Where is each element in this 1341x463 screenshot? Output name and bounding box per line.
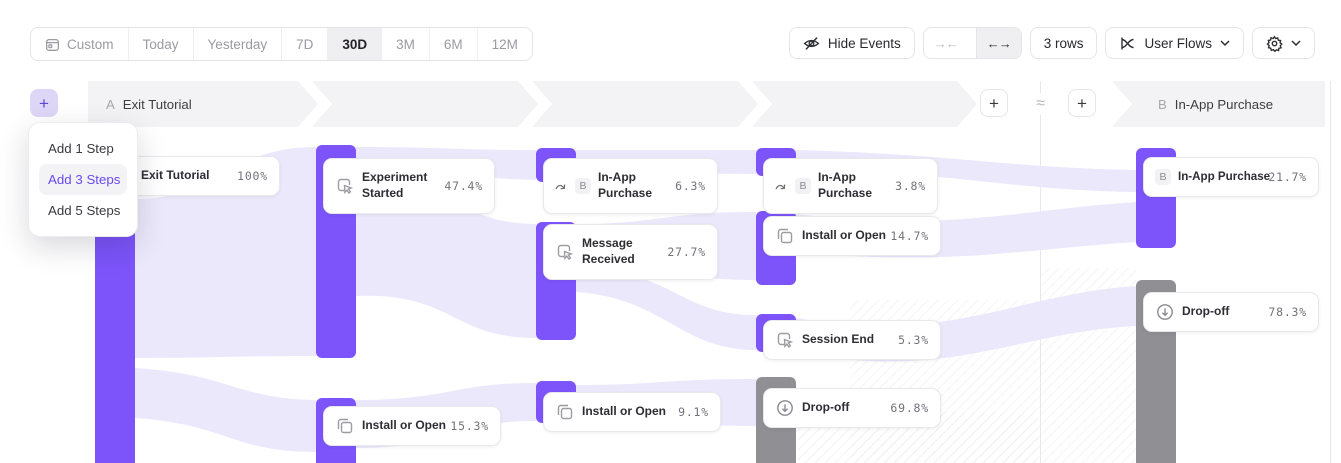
collapse-expand-toggle: →← ←→	[923, 27, 1022, 59]
date-range-label: 6M	[444, 37, 463, 52]
node-label: Message Received	[582, 236, 660, 267]
menu-item-add-5-steps[interactable]: Add 5 Steps	[39, 195, 127, 226]
date-range-6m[interactable]: 6M	[430, 28, 478, 60]
calendar-icon	[45, 37, 60, 52]
flow-node-in-app-purchase-b[interactable]: B In-App Purchase 21.7%	[1143, 157, 1319, 197]
node-label: Install or Open	[582, 404, 671, 420]
trend-arrow-icon	[775, 181, 788, 192]
flow-node-experiment-started[interactable]: Experiment Started 47.4%	[323, 158, 495, 214]
flow-node-in-app-purchase-2[interactable]: B In-App Purchase 3.8%	[763, 158, 938, 214]
date-range-12m[interactable]: 12M	[478, 28, 532, 60]
node-label: Drop-off	[802, 400, 883, 416]
pointer-event-icon	[775, 330, 795, 350]
dropoff-icon	[775, 398, 795, 418]
approx-separator: ≈	[1031, 93, 1050, 115]
chevron-down-icon	[1220, 40, 1230, 47]
app-windows-icon	[335, 416, 355, 436]
node-percent: 69.8%	[890, 401, 929, 415]
node-percent: 21.7%	[1268, 170, 1307, 184]
add-step-button-a[interactable]: +	[30, 89, 58, 117]
event-badge-b: B	[575, 178, 591, 194]
node-percent: 15.3%	[450, 419, 489, 433]
plus-icon: +	[989, 95, 999, 112]
step-band-a[interactable]	[88, 81, 977, 127]
dropoff-icon	[1155, 302, 1175, 322]
date-range-label: 3M	[396, 37, 415, 52]
node-label: In-App Purchase	[598, 170, 668, 201]
expand-columns-button[interactable]: ←→	[976, 28, 1021, 58]
node-label: In-App Purchase	[818, 170, 888, 201]
view-selector-label: User Flows	[1144, 36, 1212, 51]
node-label: In-App Purchase	[1178, 169, 1261, 184]
node-percent: 3.8%	[895, 179, 926, 193]
flow-node-install-or-open-1[interactable]: Install or Open 15.3%	[323, 406, 501, 446]
flow-node-message-received[interactable]: Message Received 27.7%	[543, 224, 718, 280]
add-step-button-middle[interactable]: +	[980, 89, 1008, 117]
eye-off-icon	[803, 35, 820, 52]
menu-item-add-1-step[interactable]: Add 1 Step	[39, 133, 127, 164]
settings-dropdown[interactable]	[1252, 27, 1315, 59]
flow-node-drop-off-2[interactable]: Drop-off 78.3%	[1143, 292, 1319, 332]
flow-node-install-or-open-3[interactable]: Install or Open 14.7%	[763, 216, 941, 256]
chevron-down-icon	[1291, 40, 1301, 47]
trend-arrow-icon	[555, 181, 568, 192]
node-percent: 78.3%	[1268, 305, 1307, 319]
add-step-menu: Add 1 Step Add 3 Steps Add 5 Steps	[28, 122, 138, 237]
node-percent: 27.7%	[667, 245, 706, 259]
node-percent: 14.7%	[890, 229, 929, 243]
date-range-7d[interactable]: 7D	[282, 28, 328, 60]
hide-events-label: Hide Events	[828, 36, 901, 51]
node-label: Session End	[802, 332, 891, 348]
plus-icon: +	[1077, 95, 1087, 112]
menu-item-add-3-steps[interactable]: Add 3 Steps	[39, 164, 127, 195]
node-label: Install or Open	[802, 228, 883, 244]
node-label: Exit Tutorial	[141, 168, 230, 184]
date-range-3m[interactable]: 3M	[382, 28, 430, 60]
event-badge-b: B	[1155, 169, 1171, 185]
pointer-event-icon	[555, 242, 575, 262]
node-label: Experiment Started	[362, 170, 437, 201]
add-step-button-b[interactable]: +	[1068, 89, 1096, 117]
approx-symbol: ≈	[1036, 95, 1045, 113]
rows-button[interactable]: 3 rows	[1030, 27, 1098, 59]
node-percent: 100%	[237, 169, 268, 183]
date-range-picker: Custom Today Yesterday 7D 30D 3M 6M 12M	[30, 27, 533, 61]
rows-label: 3 rows	[1044, 36, 1084, 51]
date-range-label: 7D	[296, 37, 313, 52]
event-badge-b: B	[795, 178, 811, 194]
app-windows-icon	[775, 226, 795, 246]
user-flows-icon	[1119, 35, 1136, 52]
flow-node-session-end[interactable]: Session End 5.3%	[763, 320, 941, 360]
plus-icon: +	[39, 95, 49, 112]
date-range-label: Custom	[67, 37, 114, 52]
node-label: Install or Open	[362, 418, 443, 434]
date-range-custom[interactable]: Custom	[31, 28, 129, 60]
app-windows-icon	[555, 402, 575, 422]
collapse-columns-button[interactable]: →←	[924, 28, 968, 58]
hide-events-button[interactable]: Hide Events	[789, 27, 915, 59]
date-range-today[interactable]: Today	[129, 28, 194, 60]
date-range-label: Today	[143, 37, 179, 52]
node-percent: 6.3%	[675, 179, 706, 193]
step-band-b[interactable]	[1112, 81, 1325, 127]
date-range-label: 12M	[492, 37, 518, 52]
date-range-30d[interactable]: 30D	[328, 28, 382, 60]
pointer-event-icon	[335, 176, 355, 196]
toolbar-right: Hide Events →← ←→ 3 rows User Flows	[789, 27, 1315, 59]
view-selector-dropdown[interactable]: User Flows	[1105, 27, 1244, 59]
date-range-label: Yesterday	[208, 37, 268, 52]
node-percent: 47.4%	[444, 179, 483, 193]
gear-icon	[1266, 35, 1283, 52]
node-percent: 9.1%	[678, 405, 709, 419]
node-label: Drop-off	[1182, 304, 1261, 320]
flow-node-in-app-purchase-1[interactable]: B In-App Purchase 6.3%	[543, 158, 718, 214]
flow-node-drop-off-1[interactable]: Drop-off 69.8%	[763, 388, 941, 428]
flow-node-install-or-open-2[interactable]: Install or Open 9.1%	[543, 392, 721, 432]
date-range-label: 30D	[342, 37, 367, 52]
node-percent: 5.3%	[898, 333, 929, 347]
date-range-yesterday[interactable]: Yesterday	[194, 28, 283, 60]
